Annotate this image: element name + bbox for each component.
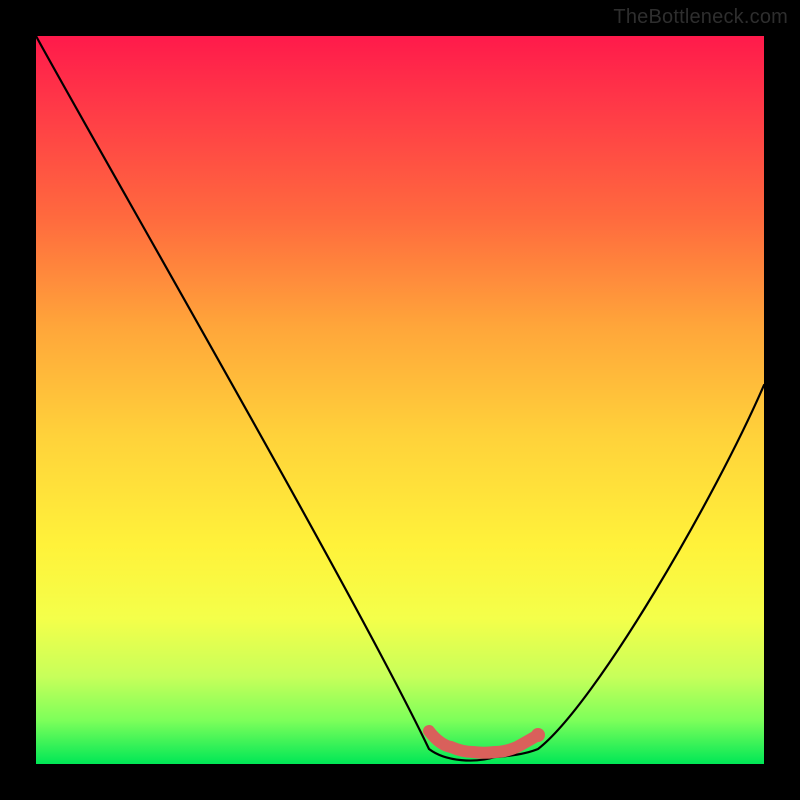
attribution-text: TheBottleneck.com: [613, 6, 788, 29]
highlight-segment: [36, 36, 764, 764]
plot-area: [36, 36, 764, 764]
chart-frame: TheBottleneck.com: [0, 0, 800, 800]
curve-line: [36, 36, 764, 764]
